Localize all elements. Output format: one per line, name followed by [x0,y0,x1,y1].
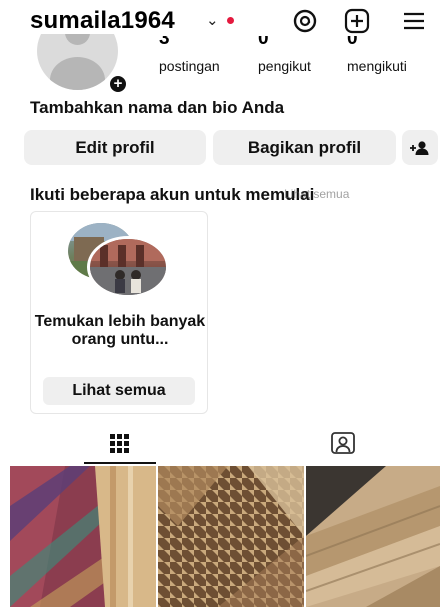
notification-dot [227,17,234,24]
tab-tagged[interactable] [306,426,378,464]
see-all-button[interactable]: Lihat semua [43,377,195,405]
stat-following[interactable]: 0 mengikuti [347,36,407,74]
avatar-placeholder [37,34,118,90]
add-person-icon [410,140,429,155]
suggestions-heading: Ikuti beberapa akun untuk memulai [30,185,315,204]
avatar[interactable] [37,34,118,90]
suggestion-card-text: Temukan lebih banyak orang untu... [34,313,206,348]
menu-icon[interactable] [400,7,428,35]
stat-followers-label: pengikut [258,58,311,74]
stat-posts[interactable]: 3 postingan [159,36,220,74]
stat-posts-label: postingan [159,58,220,74]
share-profile-button[interactable]: Bagikan profil [213,130,396,165]
chevron-down-icon[interactable]: ⌄ [206,11,219,29]
stat-followers-value: 0 [258,36,269,49]
stat-following-label: mengikuti [347,58,407,74]
add-story-icon[interactable]: + [108,74,128,94]
tagged-person-icon [331,432,355,454]
avatar-body-shape [50,57,105,90]
post-thumbnail[interactable] [306,466,440,607]
threads-icon[interactable] [291,7,319,35]
create-post-icon[interactable] [343,7,371,35]
username[interactable]: sumaila1964 [30,7,175,35]
post-thumbnail[interactable] [158,466,304,607]
tab-posts-grid[interactable] [84,426,156,464]
edit-profile-button[interactable]: Edit profil [24,130,206,165]
profile-tabs [0,426,440,466]
discover-people-button[interactable] [402,130,438,165]
bio-prompt[interactable]: Tambahkan nama dan bio Anda [30,98,284,118]
grid-icon [110,434,129,453]
suggestion-card[interactable]: Temukan lebih banyak orang untu... Lihat… [30,211,208,414]
stat-following-value: 0 [347,36,358,49]
active-tab-indicator [84,462,156,464]
see-all-link[interactable]: Lihat semua [284,187,349,201]
post-thumbnail[interactable] [10,466,156,607]
suggestion-photo-front [87,236,169,298]
stat-posts-value: 3 [159,36,170,49]
avatar-head-shape [65,34,90,45]
stat-followers[interactable]: 0 pengikut [258,36,311,74]
